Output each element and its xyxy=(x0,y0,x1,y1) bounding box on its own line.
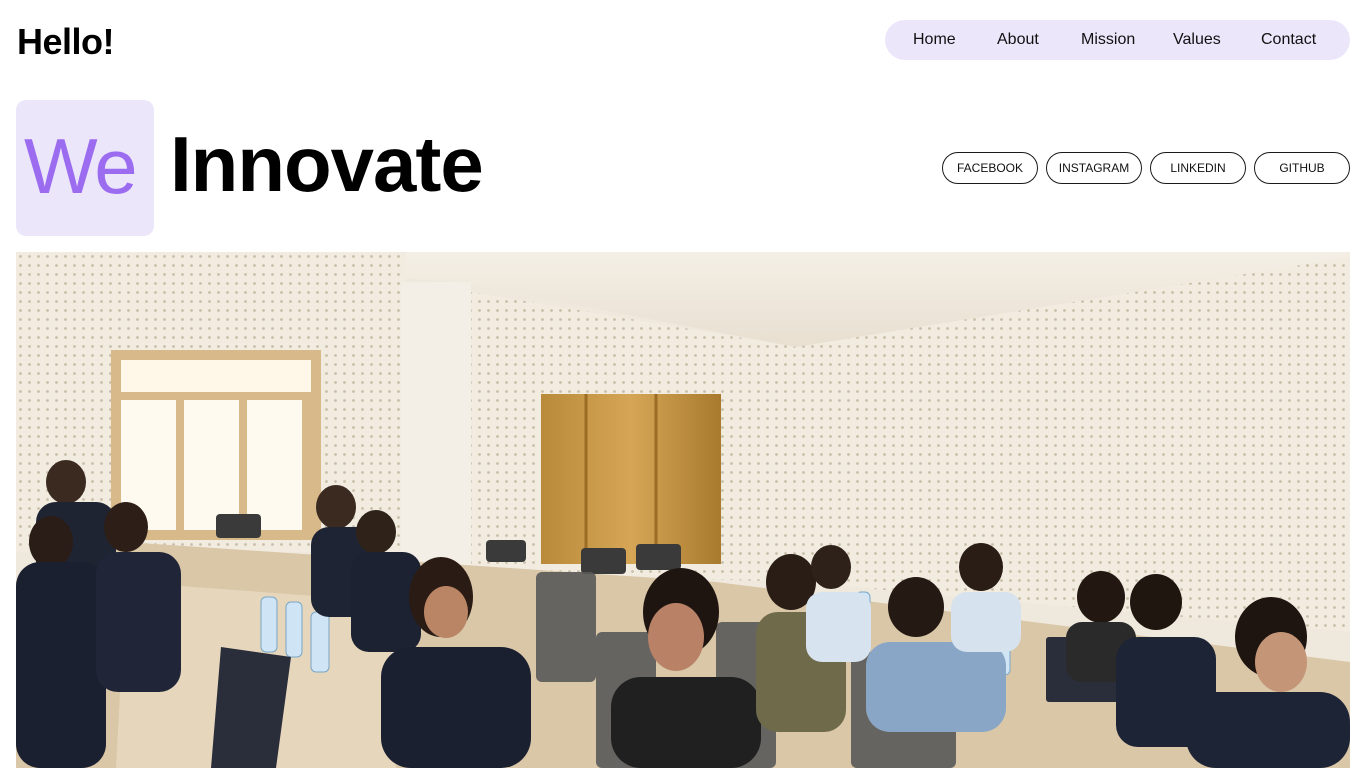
github-button[interactable]: GITHUB xyxy=(1254,152,1350,184)
brand-logo[interactable]: Hello! xyxy=(17,20,115,64)
main-nav: Home About Mission Values Contact xyxy=(885,20,1350,60)
nav-contact-link[interactable]: Contact xyxy=(1261,20,1316,60)
nav-about-link[interactable]: About xyxy=(997,20,1039,60)
instagram-button[interactable]: INSTAGRAM xyxy=(1046,152,1142,184)
nav-values-link[interactable]: Values xyxy=(1173,20,1221,60)
group-photo-illustration xyxy=(16,252,1350,768)
hero-section: We Innovate FACEBOOK INSTAGRAM LINKEDIN … xyxy=(0,90,1366,250)
group-photo xyxy=(16,252,1350,768)
top-bar: Hello! Home About Mission Values Contact xyxy=(0,0,1366,90)
nav-home-link[interactable]: Home xyxy=(913,20,956,60)
social-links: FACEBOOK INSTAGRAM LINKEDIN GITHUB xyxy=(942,152,1350,184)
facebook-button[interactable]: FACEBOOK xyxy=(942,152,1038,184)
hero-headline: Innovate xyxy=(170,120,484,208)
nav-mission-link[interactable]: Mission xyxy=(1081,20,1135,60)
linkedin-button[interactable]: LINKEDIN xyxy=(1150,152,1246,184)
highlight-box: We xyxy=(16,100,154,236)
highlight-word: We xyxy=(24,122,138,210)
